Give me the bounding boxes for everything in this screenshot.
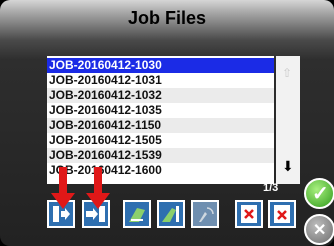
list-item[interactable]: JOB-20160412-1031 bbox=[47, 73, 274, 88]
list-item[interactable]: JOB-20160412-1032 bbox=[47, 88, 274, 103]
confirm-button[interactable] bbox=[304, 178, 334, 209]
delete-all-button[interactable] bbox=[268, 200, 296, 228]
measure-button-2[interactable] bbox=[157, 200, 185, 228]
trash-icon bbox=[241, 205, 257, 223]
tool-alt-icon bbox=[162, 206, 179, 222]
job-file-list[interactable]: JOB-20160412-1030 JOB-20160412-1031 JOB-… bbox=[47, 56, 274, 184]
signal-button[interactable] bbox=[191, 200, 219, 228]
list-item[interactable]: JOB-20160412-1600 bbox=[47, 163, 274, 178]
scroll-down-icon[interactable]: ⬇ bbox=[282, 158, 294, 175]
list-item[interactable]: JOB-20160412-1030 bbox=[47, 58, 274, 73]
delete-icon bbox=[274, 205, 290, 223]
measure-button-1[interactable] bbox=[123, 200, 151, 228]
list-item[interactable]: JOB-20160412-1505 bbox=[47, 133, 274, 148]
annotation-arrow-icon bbox=[86, 167, 110, 209]
signal-icon bbox=[199, 207, 214, 222]
tool-icon bbox=[129, 208, 145, 222]
list-scrollbar[interactable]: ⇧ ⬇ bbox=[276, 56, 300, 184]
list-item[interactable]: JOB-20160412-1035 bbox=[47, 103, 274, 118]
scroll-up-icon[interactable]: ⇧ bbox=[282, 66, 292, 80]
list-item[interactable]: JOB-20160412-1150 bbox=[47, 118, 274, 133]
annotation-arrow-icon bbox=[51, 167, 75, 209]
dialog-title: Job Files bbox=[127, 8, 207, 28]
delete-selected-button[interactable] bbox=[235, 200, 263, 228]
cancel-button[interactable] bbox=[304, 214, 334, 245]
page-indicator: 1/3 bbox=[263, 182, 279, 194]
list-item[interactable]: JOB-20160412-1539 bbox=[47, 148, 274, 163]
